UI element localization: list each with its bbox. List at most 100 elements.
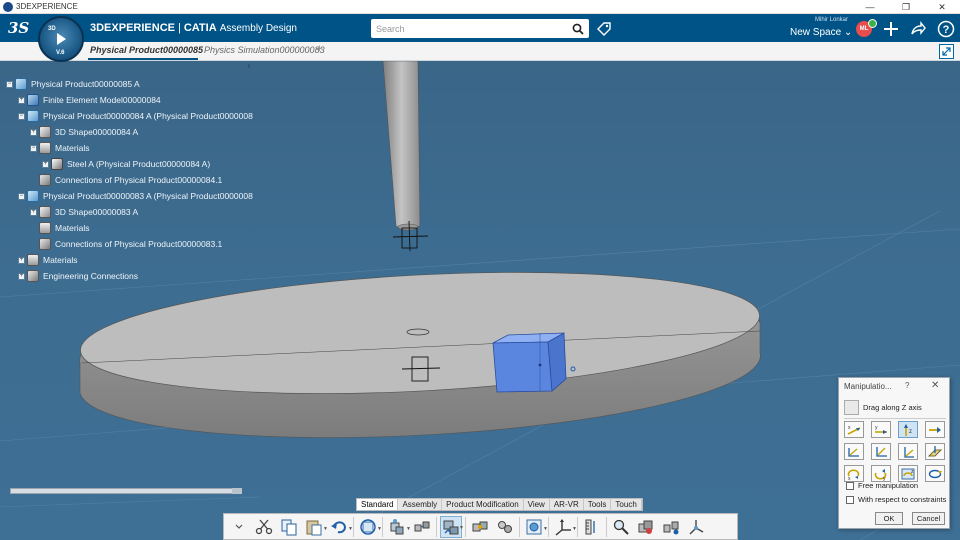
section-tab-standard[interactable]: Standard xyxy=(357,499,399,510)
view-mode-button[interactable]: ▼ xyxy=(523,516,548,538)
dialog-help-button[interactable]: ? xyxy=(905,381,909,390)
section-tab-view[interactable]: View xyxy=(524,499,550,510)
rotate-around-x-button[interactable]: x xyxy=(844,465,864,482)
action-bar-expand-button[interactable] xyxy=(228,516,250,538)
drag-along-x-button[interactable]: x xyxy=(844,421,864,438)
tree-node-product-84[interactable]: − Physical Product00000084 A (Physical Pr… xyxy=(18,109,253,123)
section-tab-ar-vr[interactable]: AR-VR xyxy=(550,499,584,510)
insert-product-button[interactable]: ▼ xyxy=(386,516,411,538)
zoom-search-button[interactable] xyxy=(610,516,632,538)
update-button[interactable]: ▼ xyxy=(357,516,382,538)
dialog-divider xyxy=(844,418,946,419)
undo-button[interactable]: ▼ xyxy=(328,516,353,538)
section-tab-touch[interactable]: Touch xyxy=(611,499,642,510)
help-icon[interactable]: ? xyxy=(937,20,955,38)
vertical-rod[interactable] xyxy=(382,61,421,231)
section-tab-assembly[interactable]: Assembly xyxy=(398,499,443,510)
dialog-close-button[interactable]: ✕ xyxy=(931,380,939,391)
material-icon xyxy=(51,158,63,170)
explode-button[interactable] xyxy=(411,516,433,538)
tree-expander[interactable]: − xyxy=(30,144,37,152)
tree-node-product-83[interactable]: − Physical Product00000083 A (Physical Pr… xyxy=(18,189,253,203)
ds-logo-icon[interactable]: 3S xyxy=(8,19,29,37)
minimize-button[interactable]: — xyxy=(852,0,888,14)
tree-expander[interactable]: + xyxy=(30,128,37,136)
tree-expander[interactable]: + xyxy=(42,160,49,168)
tree-node-steel[interactable]: + Steel A (Physical Product00000084 A) xyxy=(42,157,210,171)
rotate-around-z-button[interactable]: z xyxy=(898,465,918,482)
tree-expander[interactable]: − xyxy=(6,80,13,88)
toolbar-separator xyxy=(606,516,607,537)
tree-expander[interactable]: + xyxy=(18,96,25,104)
tree-node-connections-84[interactable]: Connections of Physical Product00000084.… xyxy=(39,173,222,187)
compass-widget[interactable]: 3D V.6 xyxy=(38,16,84,62)
checkbox-box[interactable] xyxy=(846,481,854,490)
tree-node-label: Materials xyxy=(43,255,78,265)
compass-tools-button[interactable] xyxy=(685,516,707,538)
tree-node-materials-84[interactable]: − Materials xyxy=(30,141,89,155)
ok-button[interactable]: OK xyxy=(875,512,903,525)
measure-button[interactable] xyxy=(581,516,603,538)
plus-icon[interactable] xyxy=(882,20,900,38)
drag-along-y-button[interactable]: y xyxy=(871,421,891,438)
drag-along-direction-button[interactable] xyxy=(925,421,945,438)
rotate-around-y-button[interactable]: y xyxy=(871,465,891,482)
rotate-around-axis-button[interactable] xyxy=(925,465,945,482)
connections-icon xyxy=(39,174,51,186)
drag-in-xy-plane-button[interactable] xyxy=(844,443,864,460)
axis-system-icon xyxy=(555,518,571,536)
tree-node-connections-83[interactable]: Connections of Physical Product00000083.… xyxy=(39,237,222,251)
tree-expander[interactable]: − xyxy=(18,192,25,200)
window-title: 3DEXPERIENCE xyxy=(16,2,78,11)
tree-horizontal-scrollbar[interactable] xyxy=(10,488,242,494)
3d-scene[interactable] xyxy=(0,61,960,540)
tree-node-shape-83[interactable]: +3D Shape00000083 A xyxy=(30,205,138,219)
tag-icon[interactable] xyxy=(596,21,612,37)
drag-in-yz-plane-button[interactable] xyxy=(871,443,891,460)
drag-along-z-button[interactable]: z xyxy=(898,421,918,438)
tree-node-materials-83[interactable]: Materials xyxy=(39,221,89,235)
tree-expander[interactable]: − xyxy=(18,112,25,120)
tree-node-root[interactable]: − Physical Product00000085 A xyxy=(6,77,140,91)
respect-constraints-checkbox[interactable]: With respect to constraints xyxy=(846,495,946,504)
section-tab-product-modification[interactable]: Product Modification xyxy=(442,499,524,510)
add-tab-button[interactable]: + xyxy=(316,43,322,55)
copy-button[interactable] xyxy=(278,516,300,538)
undo-icon xyxy=(331,520,347,533)
robot-manipulation-button[interactable]: ▼ xyxy=(440,515,464,538)
3d-viewport[interactable]: ‹ − Physical Product00000085 A + Finite El… xyxy=(0,61,960,540)
section-tab-tools[interactable]: Tools xyxy=(584,499,612,510)
engineering-connection-button[interactable] xyxy=(469,516,491,538)
axis-system-button[interactable]: ▼ xyxy=(552,516,577,538)
distance-analysis-button[interactable] xyxy=(660,516,682,538)
tree-expander[interactable]: + xyxy=(18,256,25,264)
scrollbar-track[interactable] xyxy=(232,488,242,494)
tab-physics-simulation[interactable]: Physics Simulation000000083 xyxy=(204,45,325,55)
checkbox-box[interactable] xyxy=(846,495,854,504)
tree-collapse-button[interactable]: ‹ xyxy=(242,61,256,71)
maximize-viewer-button[interactable] xyxy=(939,44,954,59)
tree-node-materials-root[interactable]: + Materials xyxy=(18,253,77,267)
toolbar-separator xyxy=(519,516,520,537)
clash-analysis-button[interactable] xyxy=(635,516,657,538)
share-icon[interactable] xyxy=(909,20,927,38)
tree-expander[interactable]: + xyxy=(18,272,25,280)
search-input[interactable] xyxy=(371,19,589,38)
tab-physical-product[interactable]: Physical Product00000085 xyxy=(90,45,203,55)
tree-expander[interactable]: + xyxy=(30,208,37,216)
tree-node-fem[interactable]: + Finite Element Model00000084 xyxy=(18,93,161,107)
tree-node-shape-84[interactable]: +3D Shape00000084 A xyxy=(30,125,138,139)
free-manipulation-checkbox[interactable]: Free manipulation xyxy=(846,481,918,490)
cancel-button[interactable]: Cancel xyxy=(912,512,945,525)
fix-together-button[interactable] xyxy=(494,516,516,538)
drag-in-xz-plane-button[interactable] xyxy=(898,443,918,460)
drag-in-plane-button[interactable] xyxy=(925,443,945,460)
close-window-button[interactable]: ✕ xyxy=(924,0,960,14)
search-icon[interactable] xyxy=(572,23,584,35)
editor-tabs-bar: Physical Product00000085 Physics Simulat… xyxy=(0,42,960,61)
tree-node-engineering-connections[interactable]: + Engineering Connections xyxy=(18,269,138,283)
space-selector[interactable]: New Space ⌄ xyxy=(790,27,852,38)
cut-button[interactable] xyxy=(253,516,275,538)
paste-button[interactable]: ▼ xyxy=(303,516,328,538)
restore-button[interactable]: ❐ xyxy=(888,0,924,14)
